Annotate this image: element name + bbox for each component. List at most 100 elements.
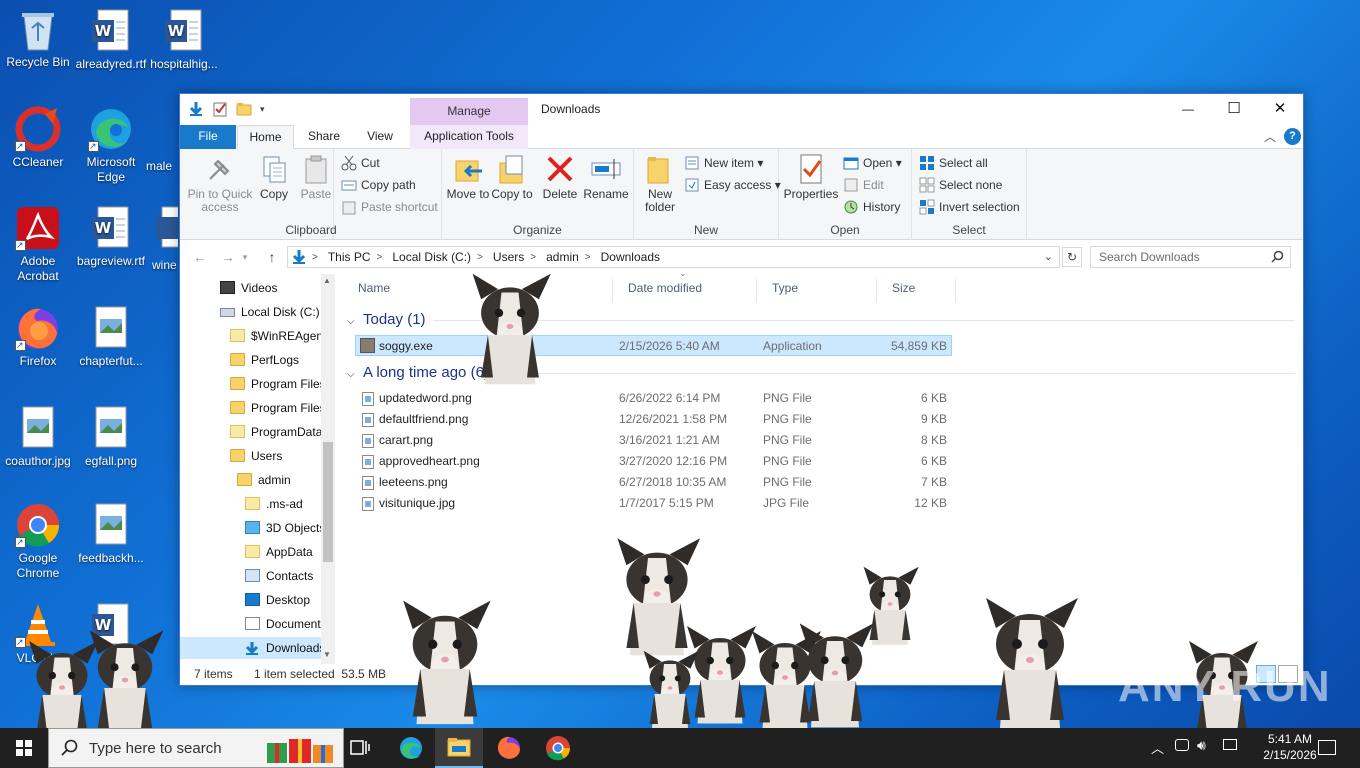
group-header-today[interactable]: ⌵ Today (1) [347,310,426,330]
tab-share[interactable]: Share [298,125,350,149]
breadcrumb-users[interactable]: Users [493,250,524,264]
pin-to-quick-access-button[interactable]: Pin to Quick access [186,153,254,214]
desktop-icon-alreadyred[interactable]: W alreadyred.rtf [73,8,149,72]
desktop-icon-edge[interactable]: Microsoft Edge [73,106,149,185]
paste-shortcut-button[interactable]: Paste shortcut [341,197,438,217]
nav-item-desktop[interactable]: Desktop [245,589,321,611]
nav-item-local-disk[interactable]: Local Disk (C:) [220,301,320,323]
delete-button[interactable]: Delete [538,153,582,201]
desktop-icon-recycle-bin[interactable]: Recycle Bin [0,8,76,70]
taskbar-edge[interactable] [387,728,435,768]
up-arrow-icon[interactable]: ↑ [261,247,283,267]
task-view-button[interactable] [336,728,384,768]
select-all-button[interactable]: Select all [919,153,988,173]
address-dropdown-chevron-icon[interactable]: ⌄ [1044,250,1053,263]
customize-qat-icon[interactable]: ▾ [260,101,270,117]
edit-button[interactable]: Edit [843,175,884,195]
recent-locations-chevron-icon[interactable]: ▾ [239,247,251,267]
desktop-icon-firefox[interactable]: Firefox [0,305,76,369]
nav-item-appdata[interactable]: AppData [245,541,321,563]
start-button[interactable] [0,728,48,768]
nav-item-winreagent[interactable]: $WinREAgent [230,325,326,347]
nav-item-contacts[interactable]: Contacts [245,565,321,587]
desktop-icon-hospitalhig[interactable]: W hospitalhig... [146,8,222,72]
notifications-icon[interactable] [1318,740,1336,755]
manage-contextual-tab[interactable]: Manage [410,98,528,125]
table-row[interactable]: soggy.exe 2/15/2026 5:40 AM Application … [355,335,952,356]
nav-item-ms-ad[interactable]: .ms-ad [245,493,321,515]
navigation-scrollbar[interactable]: ▲ ▼ [321,274,335,664]
forward-arrow-icon[interactable]: → [217,247,239,267]
desktop-icon-egfall[interactable]: egfall.png [73,405,149,469]
nav-item-3d-objects[interactable]: 3D Objects [245,517,325,539]
desktop-icon-coauthor[interactable]: coauthor.jpg [0,405,76,469]
table-row[interactable]: approvedheart.png 3/27/2020 12:16 PM PNG F… [355,451,952,472]
refresh-icon[interactable]: ↻ [1062,247,1082,267]
open-button[interactable]: Open ▾ [843,153,902,173]
nav-item-users[interactable]: Users [230,445,321,467]
desktop-icon-wine[interactable]: wine [148,205,183,273]
column-header-type[interactable]: Type [757,279,877,303]
close-button[interactable]: ✕ [1257,94,1303,124]
address-bar[interactable]: > This PC > Local Disk (C:) > Users > ad… [287,246,1060,268]
new-item-button[interactable]: New item ▾ [684,153,763,173]
minimize-button[interactable]: — [1165,94,1211,124]
nav-item-program-files[interactable]: Program Files [230,373,326,395]
scroll-up-icon[interactable]: ▲ [323,276,331,285]
properties-check-icon[interactable] [212,101,228,117]
history-button[interactable]: History [843,197,900,217]
column-header-size[interactable]: Size [877,279,956,303]
taskbar-search-input[interactable]: Type here to search [48,728,344,768]
group-header-long-ago[interactable]: ⌵ A long time ago (6) [347,363,489,383]
table-row[interactable]: carart.png 3/16/2021 1:21 AM PNG File 8 KB [355,430,952,451]
column-header-name[interactable]: Name [343,279,613,303]
desktop-icon-bagreview[interactable]: W bagreview.rtf [73,205,149,269]
taskbar-firefox[interactable] [485,728,533,768]
tab-file[interactable]: File [180,125,236,149]
move-to-button[interactable]: Move to [446,153,490,201]
cut-button[interactable]: Cut [341,153,380,173]
taskbar-chrome[interactable] [534,728,582,768]
tray-chevron-up-icon[interactable]: ︿ [1151,738,1164,757]
copy-button[interactable]: Copy [256,153,292,201]
search-icon[interactable] [1271,250,1284,266]
easy-access-button[interactable]: Easy access ▾ [684,175,781,195]
new-folder-button[interactable]: New folder [638,153,682,214]
rename-button[interactable]: Rename [582,153,630,201]
breadcrumb-local-disk[interactable]: Local Disk (C:) [392,250,471,264]
scroll-down-icon[interactable]: ▼ [323,650,331,659]
volume-icon[interactable]: 🔊︎ [1197,737,1206,754]
network-icon[interactable] [1223,739,1237,750]
desktop-icon-male[interactable]: male [146,106,180,174]
new-folder-icon[interactable] [236,101,252,117]
taskbar-file-explorer[interactable] [435,728,483,768]
down-arrow-icon[interactable] [188,101,204,117]
desktop-icon-vlc[interactable]: VLC pla [0,602,76,666]
desktop-icon-chapterfut[interactable]: chapterfut... [73,305,149,369]
back-arrow-icon[interactable]: ← [189,247,211,267]
nav-item-perflogs[interactable]: PerfLogs [230,349,321,371]
collapse-ribbon-chevron-icon[interactable]: ︿ [1264,128,1276,145]
tab-application-tools[interactable]: Application Tools [410,125,528,149]
nav-item-programdata[interactable]: ProgramData [230,421,322,443]
nav-item-program-files-x86[interactable]: Program Files (x86) [230,397,335,419]
desktop-icon-ccleaner[interactable]: CCleaner [0,106,76,170]
invert-selection-button[interactable]: Invert selection [919,197,1020,217]
copy-to-button[interactable]: Copy to [490,153,534,201]
table-row[interactable]: updatedword.png 6/26/2022 6:14 PM PNG File… [355,388,952,409]
tab-view[interactable]: View [354,125,406,149]
select-none-button[interactable]: Select none [919,175,1002,195]
maximize-button[interactable]: ☐ [1211,94,1257,124]
table-row[interactable]: leeteens.png 6/27/2018 10:35 AM PNG File 7 … [355,472,952,493]
meet-now-icon[interactable] [1175,739,1189,751]
desktop-icon-acrobat[interactable]: Adobe Acrobat [0,205,76,284]
nav-item-documents[interactable]: Documents [245,613,327,635]
breadcrumb-downloads[interactable]: Downloads [601,250,660,264]
nav-item-admin[interactable]: admin [237,469,321,491]
help-icon[interactable]: ? [1284,128,1301,145]
table-row[interactable]: visitunique.jpg 1/7/2017 5:15 PM JPG File 1… [355,493,952,514]
properties-button[interactable]: Properties [783,153,839,201]
desktop-icon-feedbackh[interactable]: feedbackh... [73,502,149,566]
desktop-icon-word-doc[interactable]: W [73,602,149,651]
nav-item-downloads[interactable]: Downloads [180,637,325,659]
